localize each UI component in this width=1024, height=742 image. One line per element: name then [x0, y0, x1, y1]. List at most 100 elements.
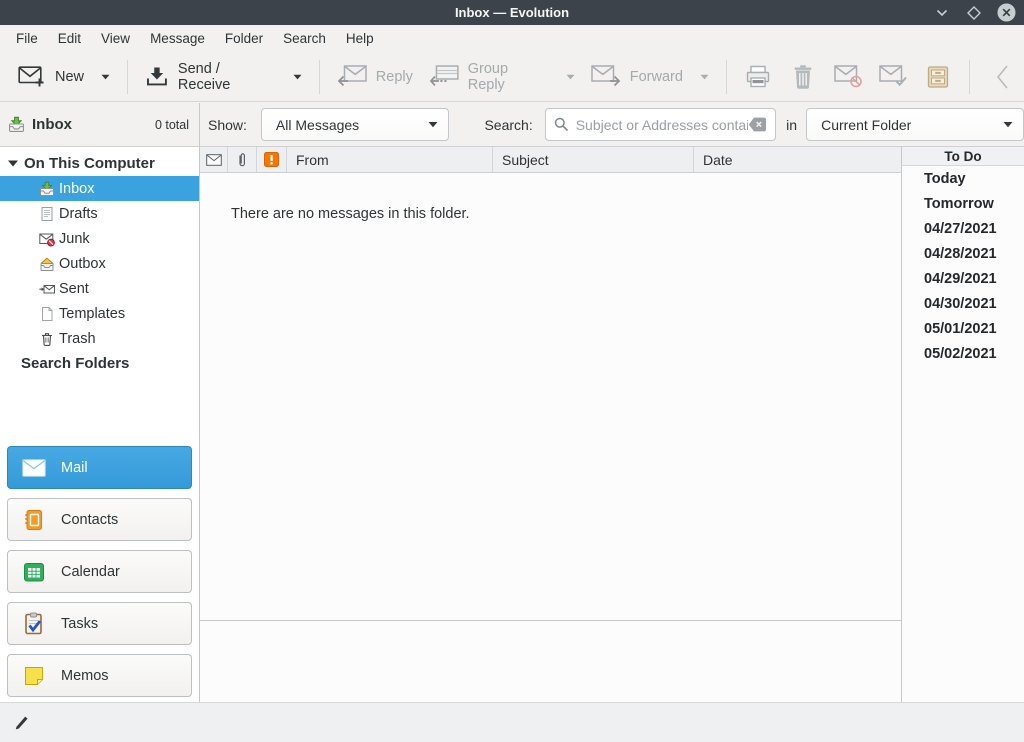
sidebar-folder-outbox[interactable]: Outbox — [0, 251, 199, 276]
toolbar-separator — [726, 60, 727, 94]
new-dropdown-arrow[interactable] — [101, 74, 110, 80]
expander-triangle-icon — [8, 160, 18, 167]
search-folders-row[interactable]: Search Folders — [0, 351, 199, 376]
close-icon — [997, 3, 1016, 22]
sidebar-folder-junk[interactable]: Junk — [0, 226, 199, 251]
todo-header: To Do — [902, 147, 1024, 166]
column-important[interactable] — [257, 147, 287, 172]
sidebar-folder-templates[interactable]: Templates — [0, 301, 199, 326]
todo-item-date[interactable]: 04/28/2021 — [902, 241, 1024, 266]
new-message-button[interactable]: New — [10, 60, 118, 94]
show-filter-dropdown[interactable]: All Messages — [261, 108, 450, 141]
menu-edit[interactable]: Edit — [48, 27, 91, 50]
account-label: On This Computer — [24, 155, 155, 172]
switcher-contacts-button[interactable]: Contacts — [7, 498, 192, 541]
sidebar-folder-inbox[interactable]: Inbox — [0, 176, 199, 201]
todo-item-today[interactable]: Today — [902, 166, 1024, 191]
message-list-pane: From Subject Date There are no messages … — [200, 147, 901, 702]
reply-icon — [337, 65, 367, 88]
inbox-icon — [8, 116, 25, 133]
todo-item-date[interactable]: 04/30/2021 — [902, 291, 1024, 316]
menu-message[interactable]: Message — [140, 27, 215, 50]
todo-item-label: 04/27/2021 — [924, 221, 997, 237]
minimize-button[interactable] — [932, 3, 952, 23]
maximize-button[interactable] — [964, 3, 984, 23]
outbox-icon — [38, 256, 56, 272]
todo-item-date[interactable]: 04/27/2021 — [902, 216, 1024, 241]
reply-label: Reply — [376, 69, 413, 85]
column-from[interactable]: From — [287, 147, 493, 172]
todo-item-date[interactable]: 05/02/2021 — [902, 341, 1024, 366]
folder-label: Trash — [59, 331, 96, 347]
window-controls — [932, 0, 1016, 25]
caret-down-icon — [101, 74, 110, 80]
clear-search-button[interactable] — [748, 117, 767, 132]
group-reply-label: Group Reply — [468, 61, 549, 93]
calendar-icon — [21, 561, 47, 583]
switcher-label: Mail — [61, 460, 88, 476]
close-button[interactable] — [996, 3, 1016, 23]
message-list-body[interactable]: There are no messages in this folder. — [200, 173, 901, 621]
search-input[interactable] — [576, 117, 748, 133]
folder-label: Sent — [59, 281, 89, 297]
mark-junk-button[interactable] — [826, 57, 871, 97]
main-content: On This Computer Inbox Drafts Junk — [0, 147, 1024, 702]
chevron-left-icon — [995, 64, 1009, 90]
sidebar-folder-drafts[interactable]: Drafts — [0, 201, 199, 226]
send-receive-button[interactable]: Send / Receive — [137, 55, 310, 99]
online-status-button[interactable] — [14, 713, 30, 730]
print-button[interactable] — [736, 57, 781, 97]
switcher-calendar-button[interactable]: Calendar — [7, 550, 192, 593]
caret-down-icon — [1003, 121, 1013, 128]
caret-down-icon — [566, 74, 575, 80]
column-subject[interactable]: Subject — [493, 147, 694, 172]
caret-down-icon — [293, 74, 302, 80]
column-attachment[interactable] — [228, 147, 257, 172]
caret-down-icon — [428, 121, 438, 128]
folder-label: Inbox — [59, 181, 94, 197]
delete-button[interactable] — [781, 57, 826, 97]
column-date-label: Date — [703, 152, 733, 168]
folder-label: Templates — [59, 306, 125, 322]
message-preview-pane — [200, 621, 901, 702]
forward-dropdown-arrow[interactable] — [700, 74, 709, 80]
menu-view[interactable]: View — [91, 27, 140, 50]
junk-icon — [834, 65, 862, 88]
switcher-tasks-button[interactable]: Tasks — [7, 602, 192, 645]
todo-bar: To Do Today Tomorrow 04/27/2021 04/28/20… — [901, 147, 1024, 702]
send-receive-dropdown-arrow[interactable] — [293, 74, 302, 80]
toolbar-separator — [319, 60, 320, 94]
archive-button[interactable] — [915, 57, 960, 97]
drafts-icon — [38, 206, 56, 222]
account-row[interactable]: On This Computer — [0, 151, 199, 176]
menu-folder[interactable]: Folder — [215, 27, 273, 50]
search-scope-dropdown[interactable]: Current Folder — [806, 108, 1024, 141]
column-status[interactable] — [200, 147, 228, 172]
status-bar — [0, 702, 1024, 742]
not-junk-icon — [879, 65, 907, 88]
folder-label: Outbox — [59, 256, 106, 272]
menu-search[interactable]: Search — [273, 27, 336, 50]
todo-item-date[interactable]: 05/01/2021 — [902, 316, 1024, 341]
switcher-label: Contacts — [61, 512, 118, 528]
back-button[interactable] — [979, 57, 1024, 97]
forward-label: Forward — [630, 69, 683, 85]
sidebar-folder-trash[interactable]: Trash — [0, 326, 199, 351]
menu-file[interactable]: File — [6, 27, 48, 50]
group-reply-button[interactable]: Group Reply — [421, 55, 583, 99]
group-reply-dropdown-arrow[interactable] — [566, 74, 575, 80]
todo-item-tomorrow[interactable]: Tomorrow — [902, 191, 1024, 216]
todo-item-date[interactable]: 04/29/2021 — [902, 266, 1024, 291]
message-list-header: From Subject Date — [200, 147, 901, 173]
reply-button[interactable]: Reply — [329, 59, 421, 94]
mark-not-junk-button[interactable] — [870, 57, 915, 97]
forward-button[interactable]: Forward — [583, 59, 717, 94]
trash-folder-icon — [38, 331, 56, 347]
send-receive-icon — [145, 65, 169, 89]
switcher-memos-button[interactable]: Memos — [7, 654, 192, 697]
column-date[interactable]: Date — [694, 147, 901, 172]
empty-folder-message: There are no messages in this folder. — [231, 206, 470, 222]
menu-help[interactable]: Help — [336, 27, 384, 50]
sidebar-folder-sent[interactable]: Sent — [0, 276, 199, 301]
switcher-mail-button[interactable]: Mail — [7, 446, 192, 489]
